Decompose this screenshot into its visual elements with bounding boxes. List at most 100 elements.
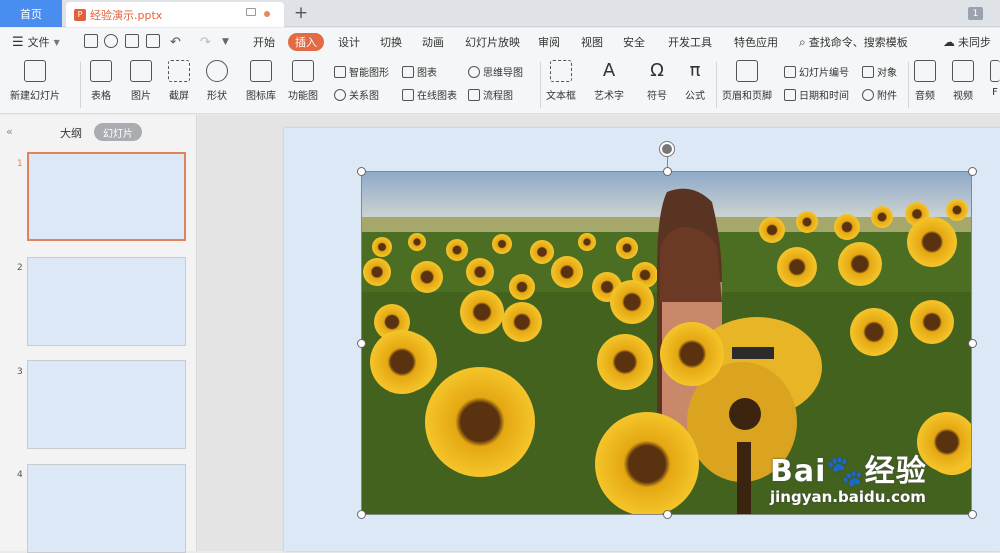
tab-design[interactable]: 设计: [338, 28, 360, 56]
redo-icon[interactable]: ↷: [200, 28, 211, 56]
smart-shape-button[interactable]: 智能图形: [334, 64, 389, 79]
header-footer-icon: [736, 60, 758, 82]
format-painter-icon[interactable]: [104, 34, 118, 48]
watermark-logo: Bai🐾经验: [770, 454, 927, 489]
watermark-url: jingyan.baidu.com: [770, 488, 926, 506]
wordart-icon: A: [602, 60, 616, 81]
flash-icon: [990, 60, 1000, 82]
wordart-button[interactable]: A 艺术字: [594, 60, 624, 102]
symbol-button[interactable]: Ω 符号: [646, 60, 668, 102]
relation-chart-label: 关系图: [349, 91, 379, 102]
tab-view[interactable]: 视图: [581, 28, 603, 56]
wordart-label: 艺术字: [594, 91, 624, 102]
datetime-button[interactable]: 日期和时间: [784, 87, 849, 102]
file-menu[interactable]: ☰ 文件 ▼: [12, 28, 60, 56]
textbox-button[interactable]: 文本框: [546, 60, 576, 102]
tab-start[interactable]: 开始: [253, 28, 275, 56]
paperclip-icon: [862, 88, 874, 101]
calendar-icon: [784, 88, 796, 101]
slide-number-label: 幻灯片编号: [799, 68, 849, 79]
header-footer-button[interactable]: 页眉和页脚: [722, 60, 772, 102]
online-chart-button[interactable]: 在线图表: [402, 87, 457, 102]
table-button[interactable]: 表格: [90, 60, 112, 102]
object-button[interactable]: 对象: [862, 64, 897, 79]
resize-handle-top[interactable]: [663, 167, 672, 176]
resize-handle-right[interactable]: [968, 339, 977, 348]
mindmap-button[interactable]: 思维导图: [468, 64, 523, 79]
video-icon: [952, 60, 974, 82]
save-icon[interactable]: [84, 34, 98, 48]
screenshot-button[interactable]: 截屏: [168, 60, 190, 102]
sync-status[interactable]: ☁ 未同步: [943, 28, 991, 56]
tab-bar: 首页 P 经验演示.pptx + 1: [0, 0, 1000, 27]
tab-slideshow[interactable]: 幻灯片放映: [465, 28, 520, 56]
tab-document[interactable]: P 经验演示.pptx: [66, 2, 284, 27]
formula-button[interactable]: π 公式: [684, 60, 706, 102]
tab-insert[interactable]: 插入: [288, 33, 324, 51]
slide-thumbnail-3[interactable]: [27, 360, 186, 449]
flowchart-button[interactable]: 流程图: [468, 87, 513, 102]
video-button[interactable]: 视频: [952, 60, 974, 102]
tab-review[interactable]: 审阅: [538, 28, 560, 56]
slide-thumbnail-1[interactable]: [27, 152, 186, 241]
new-tab-button[interactable]: +: [292, 2, 310, 24]
collapse-panel-button[interactable]: «: [6, 125, 13, 138]
online-chart-icon: [402, 88, 414, 101]
monitor-icon[interactable]: [246, 8, 256, 16]
tab-home[interactable]: 首页: [0, 0, 62, 27]
relation-chart-button[interactable]: 关系图: [334, 87, 379, 102]
tab-slides[interactable]: 幻灯片: [94, 123, 142, 141]
slide-number: 1: [17, 159, 23, 169]
undo-icon[interactable]: ↶: [170, 28, 181, 56]
page-badge: 1: [968, 7, 983, 20]
attachment-button[interactable]: 附件: [862, 87, 897, 102]
quick-access-dropdown-icon[interactable]: ▼: [222, 28, 229, 56]
search-command[interactable]: ⌕ 查找命令、搜索模板: [799, 28, 908, 56]
search-icon: ⌕: [799, 34, 806, 49]
sync-label: 未同步: [958, 36, 991, 49]
print-preview-icon[interactable]: [146, 34, 160, 48]
tab-animation[interactable]: 动画: [422, 28, 444, 56]
new-slide-icon: [24, 60, 46, 82]
print-icon[interactable]: [125, 34, 139, 48]
picture-button[interactable]: 图片: [130, 60, 152, 102]
rotate-handle-icon[interactable]: [660, 142, 674, 156]
flash-label: F: [992, 87, 998, 98]
smart-shape-icon: [334, 65, 346, 78]
chart-button[interactable]: 图表: [402, 64, 437, 79]
slide-thumbnail-4[interactable]: [27, 464, 186, 553]
icon-library-icon: [250, 60, 272, 82]
icon-library-label: 图标库: [246, 91, 276, 102]
resize-handle-left[interactable]: [357, 339, 366, 348]
slide-number-button[interactable]: 幻灯片编号: [784, 64, 849, 79]
resize-handle-top-right[interactable]: [968, 167, 977, 176]
datetime-label: 日期和时间: [799, 91, 849, 102]
flash-button[interactable]: F: [990, 60, 1000, 98]
new-slide-button[interactable]: 新建幻灯片: [10, 60, 60, 102]
resize-handle-bottom[interactable]: [663, 510, 672, 519]
tab-outline[interactable]: 大纲: [60, 125, 82, 141]
tab-special[interactable]: 特色应用: [734, 28, 778, 56]
tab-transition[interactable]: 切换: [380, 28, 402, 56]
resize-handle-bottom-left[interactable]: [357, 510, 366, 519]
attachment-label: 附件: [877, 91, 897, 102]
resize-handle-top-left[interactable]: [357, 167, 366, 176]
textbox-label: 文本框: [546, 91, 576, 102]
shape-button[interactable]: 形状: [206, 60, 228, 102]
pptx-file-icon: P: [74, 8, 86, 21]
online-chart-label: 在线图表: [417, 91, 457, 102]
function-chart-button[interactable]: 功能图: [288, 60, 318, 102]
icon-library-button[interactable]: 图标库: [246, 60, 276, 102]
audio-button[interactable]: 音频: [914, 60, 936, 102]
mindmap-icon: [468, 65, 480, 78]
header-footer-label: 页眉和页脚: [722, 91, 772, 102]
audio-label: 音频: [915, 91, 935, 102]
shape-label: 形状: [207, 91, 227, 102]
tab-security[interactable]: 安全: [623, 28, 645, 56]
symbol-label: 符号: [647, 91, 667, 102]
slide-thumbnail-2[interactable]: [27, 257, 186, 346]
tab-developer[interactable]: 开发工具: [668, 28, 712, 56]
relation-chart-icon: [334, 88, 346, 101]
resize-handle-bottom-right[interactable]: [968, 510, 977, 519]
new-slide-label: 新建幻灯片: [10, 91, 60, 102]
